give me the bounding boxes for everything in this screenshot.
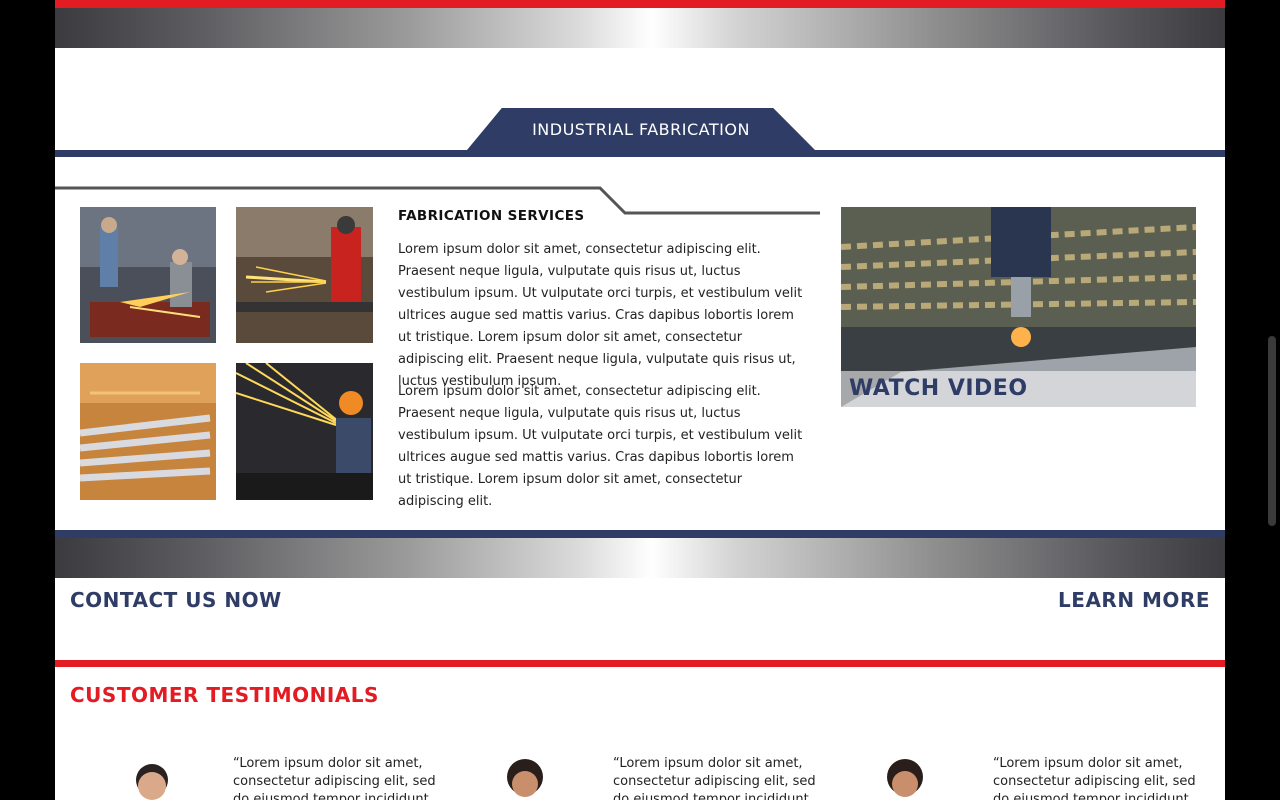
testimonials-title: CUSTOMER TESTIMONIALS — [70, 683, 379, 707]
steel-banner-top — [55, 8, 1225, 48]
avatar — [887, 759, 923, 797]
section-tab: INDUSTRIAL FABRICATION — [467, 108, 815, 150]
photo-steel-beams — [80, 363, 216, 500]
top-red-stripe — [55, 0, 1225, 8]
testimonial-quote: “Lorem ipsum dolor sit amet, consectetur… — [993, 756, 1196, 800]
video-thumbnail[interactable]: WATCH VIDEO — [841, 207, 1196, 407]
services-title: FABRICATION SERVICES — [398, 208, 585, 224]
services-paragraph-2: Lorem ipsum dolor sit amet, consectetur … — [398, 384, 803, 509]
scrollbar-thumb[interactable] — [1268, 336, 1276, 526]
photo-welder-sparks — [236, 207, 373, 343]
testimonial-quote: “Lorem ipsum dolor sit amet, consectetur… — [233, 756, 436, 800]
learn-more-link[interactable]: LEARN MORE — [1058, 588, 1210, 612]
services-paragraph-1: Lorem ipsum dolor sit amet, consectetur … — [398, 242, 803, 389]
testimonial-quote: “Lorem ipsum dolor sit amet, consectetur… — [613, 756, 816, 800]
photo-grinder-sparks — [236, 363, 373, 500]
photo-workers-grinding — [80, 207, 216, 343]
section-divider — [55, 150, 1225, 157]
contact-us-link[interactable]: CONTACT US NOW — [70, 588, 282, 612]
steel-banner-bottom — [55, 538, 1225, 578]
testimonial-card: “Lorem ipsum dolor sit amet, consectetur… — [125, 752, 505, 800]
watch-video-label[interactable]: WATCH VIDEO — [849, 376, 1028, 401]
page: INDUSTRIAL FABRICATION FABRICATION SERVI… — [55, 0, 1225, 800]
avatar — [136, 764, 168, 800]
section-title: INDUSTRIAL FABRICATION — [532, 119, 750, 139]
avatar — [507, 759, 543, 797]
testimonial-card: “Lorem ipsum dolor sit amet, consectetur… — [505, 752, 885, 800]
red-divider — [55, 660, 1225, 667]
testimonial-card: “Lorem ipsum dolor sit amet, consectetur… — [885, 752, 1225, 800]
lower-navy-divider — [55, 530, 1225, 538]
